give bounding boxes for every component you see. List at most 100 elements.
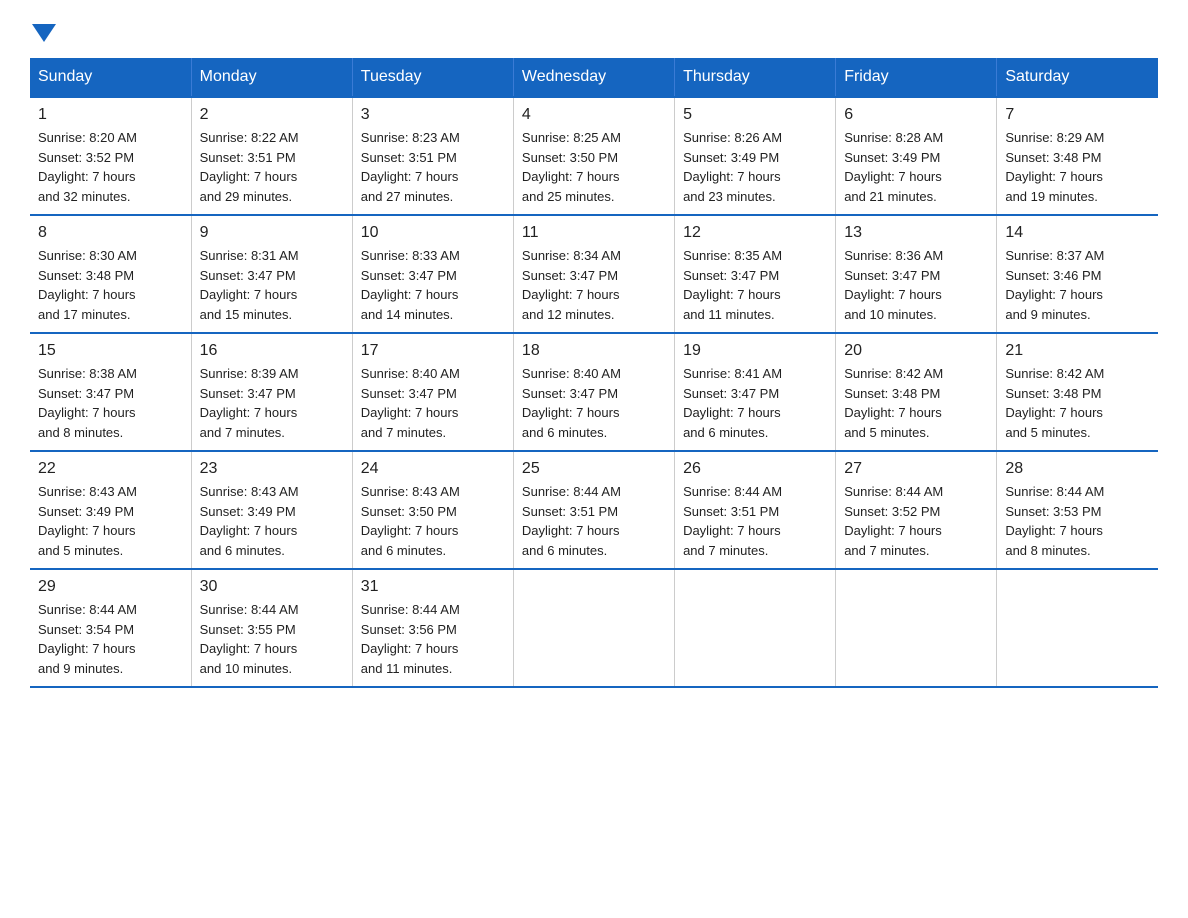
day-info: Sunrise: 8:43 AM Sunset: 3:49 PM Dayligh…	[38, 482, 183, 560]
day-info: Sunrise: 8:36 AM Sunset: 3:47 PM Dayligh…	[844, 246, 988, 324]
day-number: 20	[844, 342, 988, 360]
weekday-header-saturday: Saturday	[997, 58, 1158, 97]
day-info: Sunrise: 8:44 AM Sunset: 3:54 PM Dayligh…	[38, 600, 183, 678]
day-number: 25	[522, 460, 666, 478]
calendar-cell: 30 Sunrise: 8:44 AM Sunset: 3:55 PM Dayl…	[191, 569, 352, 687]
calendar-cell: 25 Sunrise: 8:44 AM Sunset: 3:51 PM Dayl…	[513, 451, 674, 569]
weekday-header-tuesday: Tuesday	[352, 58, 513, 97]
day-number: 23	[200, 460, 344, 478]
day-number: 4	[522, 106, 666, 124]
day-number: 12	[683, 224, 827, 242]
day-info: Sunrise: 8:43 AM Sunset: 3:50 PM Dayligh…	[361, 482, 505, 560]
calendar-cell: 3 Sunrise: 8:23 AM Sunset: 3:51 PM Dayli…	[352, 97, 513, 215]
day-info: Sunrise: 8:38 AM Sunset: 3:47 PM Dayligh…	[38, 364, 183, 442]
calendar-cell: 20 Sunrise: 8:42 AM Sunset: 3:48 PM Dayl…	[836, 333, 997, 451]
calendar-cell: 21 Sunrise: 8:42 AM Sunset: 3:48 PM Dayl…	[997, 333, 1158, 451]
calendar-cell: 13 Sunrise: 8:36 AM Sunset: 3:47 PM Dayl…	[836, 215, 997, 333]
day-info: Sunrise: 8:20 AM Sunset: 3:52 PM Dayligh…	[38, 128, 183, 206]
day-number: 24	[361, 460, 505, 478]
day-info: Sunrise: 8:43 AM Sunset: 3:49 PM Dayligh…	[200, 482, 344, 560]
calendar-cell: 5 Sunrise: 8:26 AM Sunset: 3:49 PM Dayli…	[675, 97, 836, 215]
day-number: 30	[200, 578, 344, 596]
calendar-cell: 4 Sunrise: 8:25 AM Sunset: 3:50 PM Dayli…	[513, 97, 674, 215]
calendar-cell: 2 Sunrise: 8:22 AM Sunset: 3:51 PM Dayli…	[191, 97, 352, 215]
logo	[30, 20, 56, 42]
day-number: 11	[522, 224, 666, 242]
day-number: 21	[1005, 342, 1150, 360]
day-number: 27	[844, 460, 988, 478]
day-info: Sunrise: 8:31 AM Sunset: 3:47 PM Dayligh…	[200, 246, 344, 324]
day-number: 5	[683, 106, 827, 124]
calendar-cell: 15 Sunrise: 8:38 AM Sunset: 3:47 PM Dayl…	[30, 333, 191, 451]
day-info: Sunrise: 8:33 AM Sunset: 3:47 PM Dayligh…	[361, 246, 505, 324]
day-info: Sunrise: 8:35 AM Sunset: 3:47 PM Dayligh…	[683, 246, 827, 324]
calendar-body: 1 Sunrise: 8:20 AM Sunset: 3:52 PM Dayli…	[30, 97, 1158, 687]
day-number: 8	[38, 224, 183, 242]
calendar-cell: 28 Sunrise: 8:44 AM Sunset: 3:53 PM Dayl…	[997, 451, 1158, 569]
day-info: Sunrise: 8:44 AM Sunset: 3:53 PM Dayligh…	[1005, 482, 1150, 560]
day-info: Sunrise: 8:42 AM Sunset: 3:48 PM Dayligh…	[1005, 364, 1150, 442]
calendar-cell: 31 Sunrise: 8:44 AM Sunset: 3:56 PM Dayl…	[352, 569, 513, 687]
calendar-week-4: 22 Sunrise: 8:43 AM Sunset: 3:49 PM Dayl…	[30, 451, 1158, 569]
day-number: 28	[1005, 460, 1150, 478]
day-number: 1	[38, 106, 183, 124]
day-info: Sunrise: 8:28 AM Sunset: 3:49 PM Dayligh…	[844, 128, 988, 206]
day-info: Sunrise: 8:44 AM Sunset: 3:52 PM Dayligh…	[844, 482, 988, 560]
calendar-cell: 29 Sunrise: 8:44 AM Sunset: 3:54 PM Dayl…	[30, 569, 191, 687]
calendar-cell: 26 Sunrise: 8:44 AM Sunset: 3:51 PM Dayl…	[675, 451, 836, 569]
weekday-header-thursday: Thursday	[675, 58, 836, 97]
day-info: Sunrise: 8:44 AM Sunset: 3:51 PM Dayligh…	[522, 482, 666, 560]
day-number: 16	[200, 342, 344, 360]
day-info: Sunrise: 8:44 AM Sunset: 3:56 PM Dayligh…	[361, 600, 505, 678]
day-number: 31	[361, 578, 505, 596]
calendar-cell: 9 Sunrise: 8:31 AM Sunset: 3:47 PM Dayli…	[191, 215, 352, 333]
day-number: 15	[38, 342, 183, 360]
day-info: Sunrise: 8:26 AM Sunset: 3:49 PM Dayligh…	[683, 128, 827, 206]
calendar-cell: 8 Sunrise: 8:30 AM Sunset: 3:48 PM Dayli…	[30, 215, 191, 333]
weekday-header-monday: Monday	[191, 58, 352, 97]
calendar-cell: 7 Sunrise: 8:29 AM Sunset: 3:48 PM Dayli…	[997, 97, 1158, 215]
day-info: Sunrise: 8:44 AM Sunset: 3:51 PM Dayligh…	[683, 482, 827, 560]
day-number: 6	[844, 106, 988, 124]
day-info: Sunrise: 8:44 AM Sunset: 3:55 PM Dayligh…	[200, 600, 344, 678]
calendar-cell	[997, 569, 1158, 687]
day-number: 2	[200, 106, 344, 124]
calendar-week-3: 15 Sunrise: 8:38 AM Sunset: 3:47 PM Dayl…	[30, 333, 1158, 451]
day-number: 19	[683, 342, 827, 360]
calendar-cell	[675, 569, 836, 687]
calendar-cell: 6 Sunrise: 8:28 AM Sunset: 3:49 PM Dayli…	[836, 97, 997, 215]
day-info: Sunrise: 8:39 AM Sunset: 3:47 PM Dayligh…	[200, 364, 344, 442]
calendar-cell: 1 Sunrise: 8:20 AM Sunset: 3:52 PM Dayli…	[30, 97, 191, 215]
calendar-cell: 18 Sunrise: 8:40 AM Sunset: 3:47 PM Dayl…	[513, 333, 674, 451]
day-number: 26	[683, 460, 827, 478]
day-info: Sunrise: 8:29 AM Sunset: 3:48 PM Dayligh…	[1005, 128, 1150, 206]
calendar-table: SundayMondayTuesdayWednesdayThursdayFrid…	[30, 58, 1158, 688]
logo-triangle-icon	[32, 24, 56, 42]
day-info: Sunrise: 8:40 AM Sunset: 3:47 PM Dayligh…	[361, 364, 505, 442]
day-info: Sunrise: 8:40 AM Sunset: 3:47 PM Dayligh…	[522, 364, 666, 442]
day-number: 7	[1005, 106, 1150, 124]
day-info: Sunrise: 8:37 AM Sunset: 3:46 PM Dayligh…	[1005, 246, 1150, 324]
calendar-cell: 19 Sunrise: 8:41 AM Sunset: 3:47 PM Dayl…	[675, 333, 836, 451]
weekday-row: SundayMondayTuesdayWednesdayThursdayFrid…	[30, 58, 1158, 97]
calendar-cell: 24 Sunrise: 8:43 AM Sunset: 3:50 PM Dayl…	[352, 451, 513, 569]
day-info: Sunrise: 8:42 AM Sunset: 3:48 PM Dayligh…	[844, 364, 988, 442]
day-info: Sunrise: 8:23 AM Sunset: 3:51 PM Dayligh…	[361, 128, 505, 206]
day-number: 22	[38, 460, 183, 478]
calendar-header: SundayMondayTuesdayWednesdayThursdayFrid…	[30, 58, 1158, 97]
day-number: 14	[1005, 224, 1150, 242]
calendar-week-5: 29 Sunrise: 8:44 AM Sunset: 3:54 PM Dayl…	[30, 569, 1158, 687]
calendar-cell: 10 Sunrise: 8:33 AM Sunset: 3:47 PM Dayl…	[352, 215, 513, 333]
day-number: 9	[200, 224, 344, 242]
calendar-cell: 17 Sunrise: 8:40 AM Sunset: 3:47 PM Dayl…	[352, 333, 513, 451]
calendar-cell: 27 Sunrise: 8:44 AM Sunset: 3:52 PM Dayl…	[836, 451, 997, 569]
calendar-week-1: 1 Sunrise: 8:20 AM Sunset: 3:52 PM Dayli…	[30, 97, 1158, 215]
day-info: Sunrise: 8:34 AM Sunset: 3:47 PM Dayligh…	[522, 246, 666, 324]
calendar-cell	[513, 569, 674, 687]
day-number: 10	[361, 224, 505, 242]
calendar-cell: 16 Sunrise: 8:39 AM Sunset: 3:47 PM Dayl…	[191, 333, 352, 451]
calendar-cell: 12 Sunrise: 8:35 AM Sunset: 3:47 PM Dayl…	[675, 215, 836, 333]
weekday-header-sunday: Sunday	[30, 58, 191, 97]
page-header	[30, 20, 1158, 42]
day-info: Sunrise: 8:41 AM Sunset: 3:47 PM Dayligh…	[683, 364, 827, 442]
